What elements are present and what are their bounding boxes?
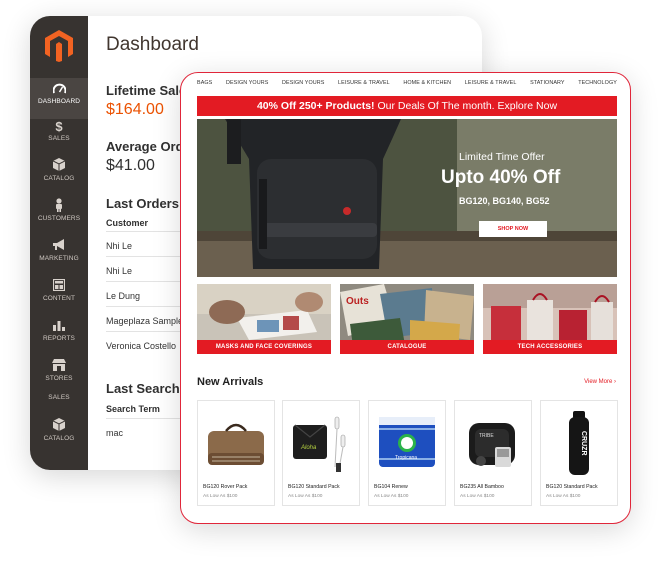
nav-item[interactable]: TECHNOLOGY (578, 80, 617, 86)
category-tile-tech[interactable]: TECH ACCESSORIES (483, 284, 617, 354)
nav-item[interactable]: STATIONARY (530, 80, 565, 86)
cube-icon (30, 158, 88, 175)
sidebar-item-label: REPORTS (42, 335, 75, 342)
sidebar-item-label: MARKETING (39, 255, 79, 262)
sidebar-item-label: CATALOG (43, 435, 75, 442)
nav-item[interactable]: LEISURE & TRAVEL (338, 80, 390, 86)
sidebar-item-stores[interactable]: STORES (30, 358, 88, 382)
product-name: BG104 Renew (374, 484, 408, 490)
promo-banner[interactable]: 40% Off 250+ Products! Our Deals Of The … (197, 96, 617, 116)
sidebar-item-label: CONTENT (42, 295, 76, 302)
svg-text:Tropicana: Tropicana (395, 455, 417, 461)
bottle-print: CRUZR (580, 431, 587, 456)
product-price: As Low As $100 (460, 494, 495, 499)
product-name: BG235 All Bamboo (460, 484, 504, 490)
nav-item[interactable]: HOME & KITCHEN (403, 80, 451, 86)
product-price: As Low As $100 (288, 494, 323, 499)
top-navigation: BAGS DESIGN YOURS DESIGN YOURS LEISURE &… (197, 80, 617, 86)
hero-banner: Limited Time Offer Upto 40% Off BG120, B… (197, 119, 617, 277)
lifetime-sales-label: Lifetime Sale (106, 83, 187, 98)
magento-logo-icon[interactable] (45, 30, 73, 62)
sidebar-item-dashboard[interactable]: DASHBOARD (30, 78, 88, 119)
search-term-column-header: Search Term (106, 404, 160, 414)
product-price: As Low As $100 (203, 494, 238, 499)
product-image: Tropicana (379, 417, 435, 467)
sidebar-item-customers[interactable]: CUSTOMERS (30, 198, 88, 222)
product-card[interactable]: CRUZR BG120 Standard Pack As Low As $100 (540, 400, 618, 506)
customer-column-header: Customer (106, 218, 149, 228)
last-orders-title: Last Orders (106, 196, 179, 211)
product-image (208, 423, 264, 465)
category-tile-masks[interactable]: MASKS AND FACE COVERINGS (197, 284, 331, 354)
svg-text:Aloha: Aloha (300, 445, 317, 451)
sidebar-item-catalog-secondary[interactable]: CATALOG (30, 418, 88, 442)
nav-item[interactable]: LEISURE & TRAVEL (465, 80, 517, 86)
sidebar-item-marketing[interactable]: MARKETING (30, 238, 88, 262)
sidebar-item-label: SALES (48, 394, 70, 401)
sidebar-item-sales[interactable]: $ SALES (30, 118, 88, 142)
megaphone-icon (30, 238, 88, 255)
product-image: Aloha (293, 416, 346, 472)
person-icon (30, 198, 88, 215)
hero-subtitle: Limited Time Offer (459, 151, 545, 163)
svg-text:Outs: Outs (346, 296, 369, 307)
dollar-icon: $ (55, 119, 63, 134)
average-order-label: Average Orde (106, 139, 191, 154)
nav-item[interactable]: DESIGN YOURS (226, 80, 268, 86)
category-tile-catalogue[interactable]: Outs CATALOGUE (340, 284, 474, 354)
cube-icon (30, 418, 88, 435)
product-card[interactable]: Aloha BG120 Standard Pack As Low As $100 (282, 400, 360, 506)
layout-icon (30, 278, 88, 295)
nav-item[interactable]: BAGS (197, 80, 212, 86)
svg-text:TRIBE: TRIBE (479, 433, 494, 439)
sidebar-item-label: CUSTOMERS (37, 215, 81, 222)
product-name: BG120 Rover Pack (203, 484, 248, 490)
bar-chart-icon (30, 318, 88, 335)
gauge-icon (30, 81, 88, 98)
product-card[interactable]: TRIBE BG235 All Bamboo As Low As $100 (454, 400, 532, 506)
product-image: CRUZR (569, 411, 589, 475)
last-search-terms-title: Last Search T (106, 381, 192, 396)
product-name: BG120 Standard Pack (288, 484, 340, 490)
sidebar-item-reports[interactable]: REPORTS (30, 318, 88, 342)
lifetime-sales-value: $164.00 (106, 101, 164, 118)
average-order-value: $41.00 (106, 157, 155, 174)
hero-product-codes: BG120, BG140, BG52 (459, 196, 550, 206)
hero-offer-text: Limited Time Offer Upto 40% Off BG120, B… (441, 151, 581, 206)
hero-headline: Upto 40% Off (441, 167, 561, 188)
product-image: TRIBE (469, 423, 515, 467)
sidebar-item-content[interactable]: CONTENT (30, 278, 88, 302)
nav-item[interactable]: DESIGN YOURS (282, 80, 324, 86)
sidebar-item-label: DASHBOARD (37, 98, 81, 105)
product-card[interactable]: Tropicana BG104 Renew As Low As $100 (368, 400, 446, 506)
product-card[interactable]: BG120 Rover Pack As Low As $100 (197, 400, 275, 506)
new-arrivals-title: New Arrivals (197, 376, 264, 388)
view-more-link[interactable]: View More › (584, 379, 616, 385)
admin-sidebar: DASHBOARD $ SALES CATALOG CUSTOMERS MARK… (30, 16, 88, 470)
promo-bold-text: 40% Off 250+ Products! (256, 100, 375, 112)
category-label: CATALOGUE (340, 340, 474, 354)
sidebar-item-catalog[interactable]: CATALOG (30, 158, 88, 182)
sidebar-item-sales-secondary[interactable]: SALES (30, 394, 88, 401)
page-title: Dashboard (106, 34, 199, 55)
category-label: MASKS AND FACE COVERINGS (197, 340, 331, 354)
product-price: As Low As $100 (546, 494, 581, 499)
storefront-panel: BAGS DESIGN YOURS DESIGN YOURS LEISURE &… (180, 72, 631, 524)
product-price: As Low As $100 (374, 494, 409, 499)
sidebar-item-label: STORES (45, 375, 73, 382)
promo-text: Our Deals Of The month. Explore Now (374, 100, 558, 112)
shop-now-button[interactable]: SHOP NOW (479, 221, 547, 237)
sidebar-item-label: CATALOG (43, 175, 75, 182)
storefront-icon (30, 358, 88, 375)
product-name: BG120 Standard Pack (546, 484, 598, 490)
sidebar-item-label: SALES (48, 135, 70, 142)
category-label: TECH ACCESSORIES (483, 340, 617, 354)
